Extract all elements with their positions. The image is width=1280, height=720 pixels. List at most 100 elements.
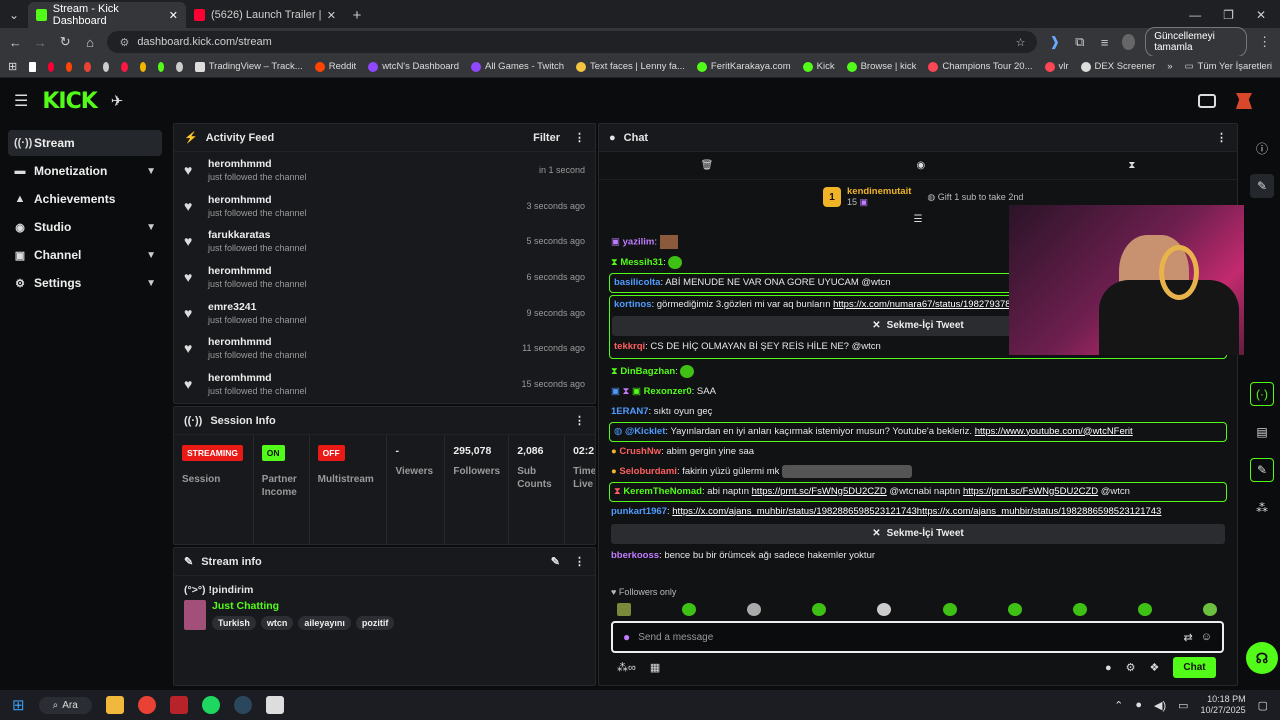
extension-icon[interactable]: ❱ bbox=[1047, 34, 1062, 50]
layers-icon[interactable]: ▤ bbox=[1250, 420, 1274, 444]
translate-icon[interactable]: ⇄ bbox=[1184, 631, 1193, 644]
chat-username[interactable]: punkart1967 bbox=[611, 506, 667, 517]
stream-tag[interactable]: Turkish bbox=[212, 616, 256, 630]
more-icon[interactable]: ⋮ bbox=[574, 414, 585, 427]
stream-tag[interactable]: aileyayını bbox=[298, 616, 351, 630]
profile-avatar[interactable] bbox=[1122, 34, 1136, 50]
site-info-icon[interactable]: ⚙ bbox=[119, 36, 129, 49]
chat-username[interactable]: yazilim bbox=[623, 237, 655, 248]
bookmark-wtcn[interactable]: wtcN's Dashboard bbox=[368, 61, 459, 72]
chevron-up-icon[interactable]: ⌃ bbox=[1114, 699, 1123, 712]
chat-input[interactable]: ● Send a message ⇄ ☺ bbox=[611, 621, 1224, 653]
edit-icon[interactable]: ✎ bbox=[1250, 174, 1274, 198]
kick-logo[interactable]: KICK bbox=[42, 89, 97, 114]
chrome-taskbar-icon[interactable] bbox=[137, 696, 156, 714]
send-chat-button[interactable]: Chat bbox=[1173, 657, 1216, 678]
chat-username[interactable]: 1ERAN7 bbox=[611, 406, 649, 417]
chat-bubble-icon[interactable]: ◉ bbox=[916, 160, 925, 171]
bookmark-dexscreener[interactable]: DEX Screener bbox=[1080, 61, 1155, 72]
points-icon[interactable]: ⁂∞ bbox=[617, 661, 636, 674]
emote-icon[interactable] bbox=[877, 603, 892, 616]
profile-avatar[interactable] bbox=[1236, 93, 1252, 109]
emote-icon[interactable] bbox=[812, 603, 827, 616]
sidebar-item-channel[interactable]: ▣ Channel ▼ bbox=[8, 242, 162, 268]
emote-icon[interactable] bbox=[1202, 603, 1217, 616]
emote-icon[interactable] bbox=[1007, 603, 1022, 616]
home-icon[interactable]: ⌂ bbox=[83, 35, 98, 50]
rocket-icon[interactable]: ✈ bbox=[111, 92, 124, 110]
drive-icon[interactable] bbox=[139, 61, 146, 72]
sidebar-item-settings[interactable]: ⚙ Settings ▼ bbox=[8, 270, 162, 296]
sidebar-item-studio[interactable]: ◉ Studio ▼ bbox=[8, 214, 162, 240]
spotify-icon[interactable] bbox=[201, 696, 220, 714]
users-icon[interactable]: ❖ bbox=[1150, 661, 1160, 674]
chat-link[interactable]: https://x.com/numara67/status/1982793786 bbox=[833, 299, 1016, 310]
chat-username[interactable]: Seloburdami bbox=[619, 466, 677, 477]
chat-link[interactable]: https://www.youtube.com/@wtcNFerit bbox=[975, 426, 1133, 437]
hourglass-icon[interactable]: ⧗ bbox=[1128, 160, 1135, 171]
tweet-embed-button[interactable]: ✕ Sekme-İçi Tweet bbox=[611, 523, 1225, 544]
chat-bubble-icon[interactable]: ● bbox=[1105, 662, 1112, 674]
kick-small-icon[interactable] bbox=[157, 61, 165, 72]
bookmark-allgames[interactable]: All Games - Twitch bbox=[470, 61, 564, 72]
dashboard-icon[interactable] bbox=[1198, 94, 1216, 108]
update-button[interactable]: Güncellemeyi tamamla bbox=[1145, 27, 1248, 57]
store-icon[interactable]: ▦ bbox=[650, 661, 660, 674]
gmail-icon[interactable] bbox=[84, 61, 91, 72]
chat-link[interactable]: https://x.com/ajans_muhbir/status/198288… bbox=[672, 506, 1161, 517]
chat-username[interactable]: bberkooss bbox=[611, 550, 659, 561]
all-bookmarks[interactable]: ▭ Tüm Yer İşaretleri bbox=[1185, 61, 1272, 72]
bookmark-feritkarakaya[interactable]: FeritKarakaya.com bbox=[696, 61, 791, 72]
maximize-icon[interactable]: ❐ bbox=[1223, 8, 1234, 22]
network-icon[interactable]: ▭ bbox=[1178, 699, 1188, 712]
back-icon[interactable]: ← bbox=[8, 35, 23, 50]
bookmark-vlr[interactable]: vlr bbox=[1044, 61, 1069, 72]
bookmark-reddit[interactable]: Reddit bbox=[314, 61, 356, 72]
chat-username[interactable]: @Kicklet bbox=[625, 426, 665, 437]
taskbar-search[interactable]: ⌕ Ara bbox=[38, 696, 92, 714]
app-icon[interactable] bbox=[265, 696, 284, 714]
youtube-bookmark-icon[interactable] bbox=[47, 61, 54, 72]
sidebar-item-stream[interactable]: ((·)) Stream bbox=[8, 130, 162, 156]
tab-kick-dashboard[interactable]: Stream - Kick Dashboard ✕ bbox=[28, 2, 186, 28]
extensions-icon[interactable]: ⧉ bbox=[1072, 34, 1087, 50]
more-icon[interactable]: ⋮ bbox=[1216, 131, 1227, 144]
media-icon[interactable]: ≡ bbox=[1097, 35, 1112, 50]
chat-username[interactable]: Messih31 bbox=[620, 257, 663, 268]
more-icon[interactable]: ⋮ bbox=[574, 131, 585, 144]
emote-icon[interactable] bbox=[682, 603, 697, 616]
forward-icon[interactable]: → bbox=[33, 35, 48, 50]
bookmark-kick[interactable]: Kick bbox=[802, 61, 835, 72]
windows-start-icon[interactable]: ⊞ bbox=[12, 696, 25, 714]
reload-icon[interactable]: ↻ bbox=[58, 34, 73, 50]
chat-username[interactable]: KeremTheNomad bbox=[623, 486, 702, 497]
chat-link[interactable]: https://prnt.sc/FsWNg5DU2CZD bbox=[963, 486, 1098, 497]
chat-username[interactable]: kortinos bbox=[614, 299, 651, 310]
chat-username[interactable]: Rexonzer0 bbox=[644, 386, 692, 397]
new-tab-button[interactable]: + bbox=[344, 2, 370, 28]
filter-button[interactable]: Filter bbox=[533, 132, 560, 144]
apps-icon[interactable]: ⊞ bbox=[8, 60, 17, 73]
close-window-icon[interactable]: ✕ bbox=[1256, 8, 1266, 22]
chrome-icon[interactable] bbox=[102, 61, 110, 72]
menu-icon[interactable]: ⋮ bbox=[1257, 34, 1272, 50]
reddit-small-icon[interactable] bbox=[66, 61, 73, 72]
y-icon[interactable] bbox=[121, 61, 128, 72]
stream-tag[interactable]: pozitif bbox=[355, 616, 395, 630]
taskbar-clock[interactable]: 10:18 PM 10/27/2025 bbox=[1201, 694, 1246, 716]
chat-username[interactable]: basilicolta bbox=[614, 277, 660, 288]
stream-tag[interactable]: wtcn bbox=[260, 616, 294, 630]
close-icon[interactable]: ✕ bbox=[169, 9, 178, 22]
emote-icon[interactable] bbox=[617, 603, 631, 616]
bookmark-tradingview[interactable]: TradingView – Track... bbox=[194, 61, 303, 72]
more-bookmarks-icon[interactable]: » bbox=[1167, 61, 1172, 72]
bookmark-star-icon[interactable]: ☆ bbox=[1016, 36, 1026, 49]
microphone-icon[interactable]: ● bbox=[1135, 699, 1142, 711]
file-explorer-icon[interactable] bbox=[105, 696, 124, 714]
emote-icon[interactable] bbox=[1137, 603, 1152, 616]
emote-icon[interactable] bbox=[942, 603, 957, 616]
chat-username[interactable]: DinBagzhan bbox=[620, 366, 675, 377]
bookmark-browse-kick[interactable]: Browse | kick bbox=[846, 61, 916, 72]
bookmark-textfaces[interactable]: Text faces | Lenny fa... bbox=[576, 61, 685, 72]
microphone-icon[interactable]: ● bbox=[623, 630, 630, 644]
